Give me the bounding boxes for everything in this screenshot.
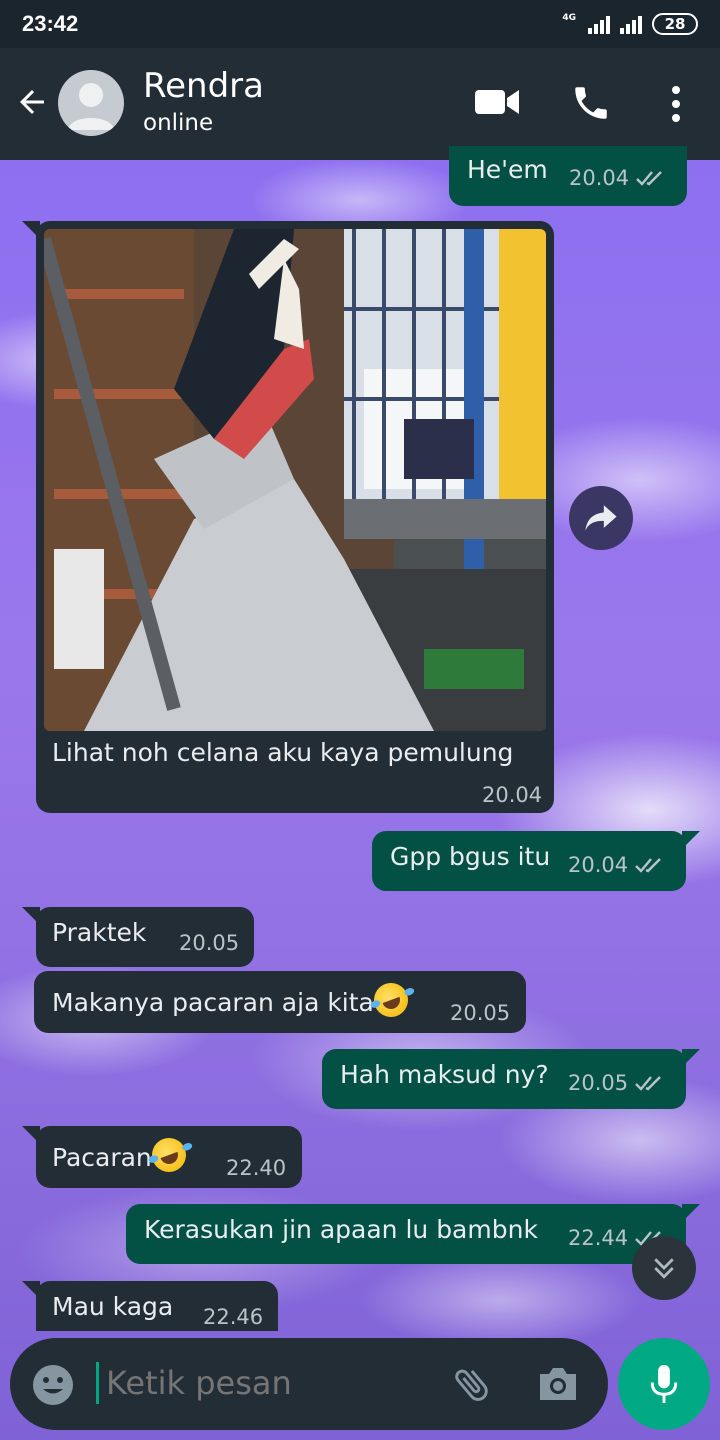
- message-time: 20.04: [568, 853, 629, 877]
- message-time: 20.05: [179, 931, 240, 955]
- double-chevron-down-icon: [654, 1258, 674, 1279]
- avatar[interactable]: [58, 70, 124, 136]
- message-text: Praktek: [52, 918, 147, 947]
- message-text: Makanya pacaran aja kita: [52, 978, 413, 1022]
- message-input[interactable]: [106, 1364, 436, 1402]
- message-meta: 20.04: [568, 849, 668, 881]
- network-type: 4G: [562, 13, 576, 23]
- bubble-tail: [682, 831, 700, 849]
- signal-icon: [620, 14, 642, 34]
- message-time: 20.04: [482, 783, 543, 807]
- message-meta: 20.05: [568, 1067, 668, 1099]
- message-text-content: Pacaran: [52, 1143, 152, 1172]
- photo-attachment[interactable]: [44, 229, 546, 731]
- bubble-tail: [22, 1126, 40, 1144]
- message-time: 22.44: [568, 1226, 629, 1250]
- message-time: 20.05: [568, 1071, 629, 1095]
- forward-icon: [585, 505, 617, 531]
- message-caption: Lihat noh celana aku kaya pemulung: [52, 738, 514, 767]
- camera-icon[interactable]: [536, 1364, 580, 1404]
- phone-icon[interactable]: [570, 82, 612, 124]
- text-caret: [96, 1362, 99, 1404]
- back-arrow-icon[interactable]: [14, 84, 50, 120]
- read-ticks-icon: [636, 171, 662, 186]
- message-incoming[interactable]: Makanya pacaran aja kita 20.05: [34, 971, 526, 1033]
- status-icons: 4G 28: [562, 13, 698, 35]
- emoji-icon[interactable]: [32, 1364, 74, 1406]
- message-time: 22.46: [203, 1305, 264, 1329]
- message-incoming-image[interactable]: Lihat noh celana aku kaya pemulung 20.04: [22, 221, 554, 813]
- message-incoming[interactable]: Praktek 20.05: [22, 907, 254, 967]
- battery-icon: 28: [652, 13, 698, 35]
- bubble-tail: [22, 221, 40, 239]
- avatar-icon: [68, 83, 114, 130]
- video-call-icon[interactable]: [474, 84, 520, 120]
- message-composer: [10, 1338, 608, 1430]
- message-text-content: Makanya pacaran aja kita: [52, 988, 374, 1017]
- contact-name[interactable]: Rendra: [143, 66, 264, 106]
- mic-button[interactable]: [618, 1338, 710, 1430]
- message-text: Mau kaga: [52, 1292, 174, 1321]
- attach-icon[interactable]: [450, 1362, 494, 1406]
- read-ticks-icon: [635, 858, 661, 873]
- message-time: 20.05: [450, 1001, 511, 1025]
- message-text: Pacaran: [52, 1133, 191, 1177]
- forward-button[interactable]: [569, 486, 633, 550]
- status-time: 23:42: [22, 11, 79, 36]
- message-text: Kerasukan jin apaan lu bambnk: [144, 1215, 538, 1244]
- message-meta: 20.04: [569, 162, 669, 194]
- message-outgoing[interactable]: Hah maksud ny? 20.05: [322, 1049, 700, 1109]
- photo-image: [44, 229, 546, 731]
- message-outgoing[interactable]: He'em 20.04: [449, 146, 687, 206]
- status-bar: 23:42 4G 28: [0, 0, 720, 48]
- rofl-emoji-icon: [146, 1133, 191, 1177]
- scroll-down-button[interactable]: [632, 1236, 696, 1300]
- message-text: He'em: [467, 155, 548, 184]
- rofl-emoji-icon: [369, 978, 413, 1022]
- bubble-tail: [22, 907, 40, 925]
- message-incoming[interactable]: Pacaran 22.40: [22, 1126, 302, 1188]
- message-outgoing[interactable]: Gpp bgus itu 20.04: [372, 831, 700, 891]
- more-vert-icon[interactable]: [664, 84, 688, 124]
- message-text: Gpp bgus itu: [390, 842, 551, 871]
- contact-status: online: [143, 110, 214, 136]
- bubble-tail: [22, 1281, 40, 1299]
- battery-level: 28: [664, 15, 686, 33]
- mic-icon: [650, 1364, 678, 1404]
- signal-icon: [588, 14, 610, 34]
- message-outgoing[interactable]: Kerasukan jin apaan lu bambnk 22.44: [126, 1204, 700, 1264]
- bubble-tail: [682, 1049, 700, 1067]
- message-incoming[interactable]: Mau kaga 22.46: [22, 1281, 278, 1331]
- bubble-tail: [682, 1204, 700, 1222]
- chat-header: Rendra online: [0, 48, 720, 160]
- message-time: 22.40: [226, 1156, 287, 1180]
- message-text: Hah maksud ny?: [340, 1060, 549, 1089]
- read-ticks-icon: [635, 1076, 661, 1091]
- message-time: 20.04: [569, 166, 630, 190]
